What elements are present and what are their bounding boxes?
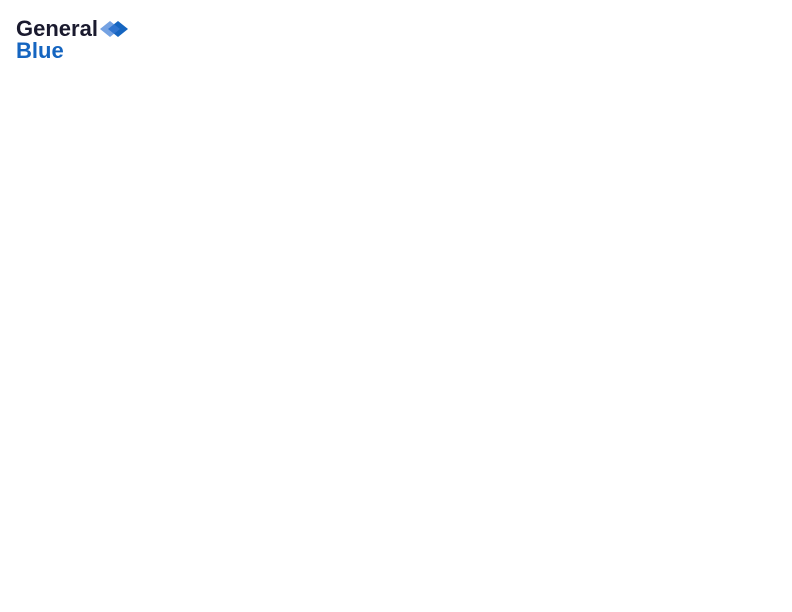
- logo: General Blue: [16, 16, 128, 64]
- page-header: General Blue: [16, 16, 776, 64]
- logo-bird-icon: [100, 19, 128, 39]
- logo-blue: Blue: [16, 38, 64, 64]
